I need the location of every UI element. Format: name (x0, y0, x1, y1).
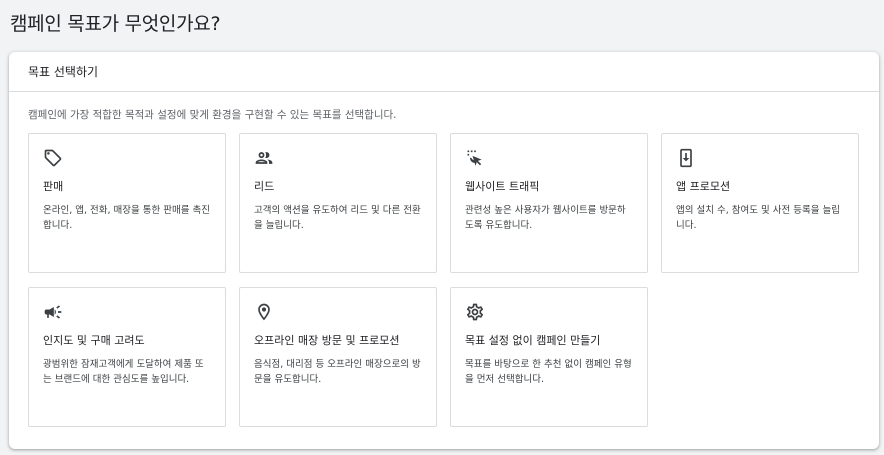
goal-title: 웹사이트 트래픽 (465, 180, 540, 193)
cursor-click-icon (465, 148, 485, 168)
goal-tile-app-promotion[interactable]: 앱 프로모션 앱의 설치 수, 참여도 및 사전 등록을 늘립니다. (661, 133, 859, 273)
goal-title: 앱 프로모션 (676, 180, 731, 193)
card-header: 목표 선택하기 (9, 52, 879, 92)
goal-tile-awareness[interactable]: 인지도 및 구매 고려도 광범위한 잠재고객에게 도달하여 제품 또는 브랜드에… (28, 287, 226, 427)
tag-icon (43, 148, 63, 168)
goal-tile-sales[interactable]: 판매 온라인, 앱, 전화, 매장을 통한 판매를 촉진합니다. (28, 133, 226, 273)
goal-tile-leads[interactable]: 리드 고객의 액션을 유도하여 리드 및 다른 전환을 늘립니다. (239, 133, 437, 273)
card-description: 캠페인에 가장 적합한 목적과 설정에 맞게 환경을 구현할 수 있는 목표를 … (28, 109, 397, 121)
goal-description: 관련성 높은 사용자가 웹사이트를 방문하도록 유도합니다. (465, 205, 626, 231)
gear-icon (465, 302, 485, 322)
goal-title: 판매 (43, 180, 64, 193)
goal-description: 고객의 액션을 유도하여 리드 및 다른 전환을 늘립니다. (254, 205, 421, 231)
goal-description: 앱의 설치 수, 참여도 및 사전 등록을 늘립니다. (676, 205, 840, 231)
goal-selection-card: 목표 선택하기 캠페인에 가장 적합한 목적과 설정에 맞게 환경을 구현할 수… (9, 52, 879, 449)
page-title: 캠페인 목표가 무엇인가요? (10, 13, 221, 35)
goal-description: 온라인, 앱, 전화, 매장을 통한 판매를 촉진합니다. (43, 205, 211, 231)
goal-title: 오프라인 매장 방문 및 프로모션 (254, 334, 400, 347)
goal-title: 목표 설정 없이 캠페인 만들기 (465, 334, 601, 347)
goal-description: 광범위한 잠재고객에게 도달하여 제품 또는 브랜드에 대한 관심도를 높입니다… (43, 359, 204, 385)
goal-title: 인지도 및 구매 고려도 (43, 334, 145, 347)
goal-title: 리드 (254, 180, 275, 193)
location-pin-icon (254, 302, 274, 322)
goal-tile-no-goal[interactable]: 목표 설정 없이 캠페인 만들기 목표를 바탕으로 한 추천 없이 캠페인 유형… (450, 287, 648, 427)
goal-description: 음식점, 대리점 등 오프라인 매장으로의 방문을 유도합니다. (254, 359, 421, 385)
goal-tile-website-traffic[interactable]: 웹사이트 트래픽 관련성 높은 사용자가 웹사이트를 방문하도록 유도합니다. (450, 133, 648, 273)
megaphone-icon (43, 302, 63, 322)
goal-description: 목표를 바탕으로 한 추천 없이 캠페인 유형을 먼저 선택합니다. (465, 359, 632, 385)
phone-download-icon (676, 148, 696, 168)
goal-tile-store-visits[interactable]: 오프라인 매장 방문 및 프로모션 음식점, 대리점 등 오프라인 매장으로의 … (239, 287, 437, 427)
people-icon (254, 148, 274, 168)
